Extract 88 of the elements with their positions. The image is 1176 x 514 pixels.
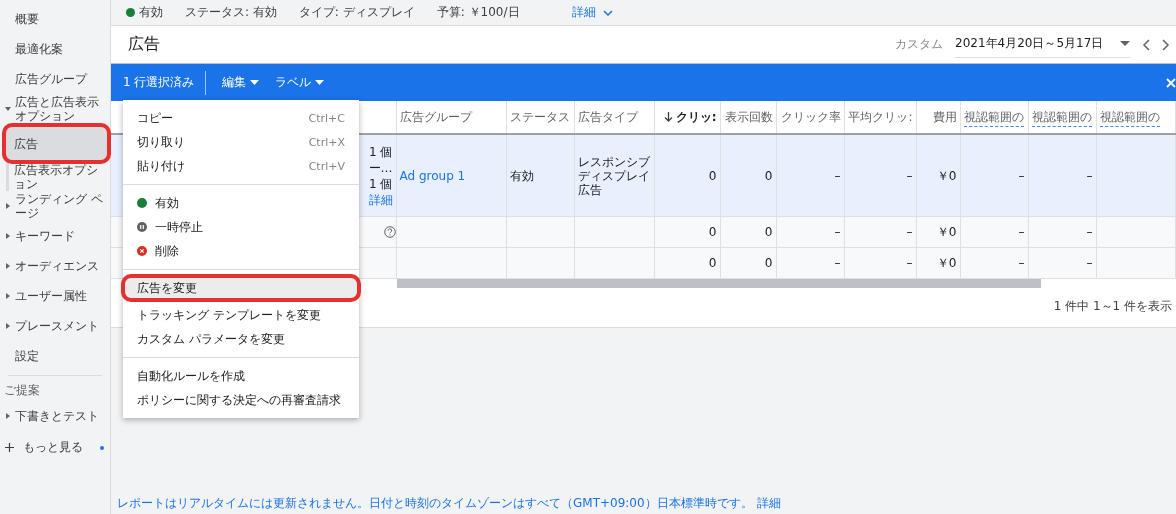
shortcut-text: Ctrl+C <box>308 111 345 125</box>
plus-icon <box>5 443 14 452</box>
table-cell: – <box>1018 168 1025 183</box>
sidebar-item[interactable]: 最適化案 <box>0 34 110 64</box>
table-cell: ￥0 <box>936 225 957 239</box>
sidebar-item[interactable]: 広告と広告表示オプション <box>0 94 110 124</box>
sidebar-item[interactable]: キーワード <box>0 221 110 251</box>
ad-text: ー… <box>368 159 393 176</box>
table-cell: – <box>834 256 841 270</box>
caret-right-icon <box>5 413 11 419</box>
chevron-left-icon <box>1142 38 1150 51</box>
chevron-right-icon <box>1162 38 1170 51</box>
date-range-dropdown[interactable]: 2021年4月20日～5月17日 <box>955 31 1130 58</box>
menu-item[interactable]: 貼り付け Ctrl+V <box>123 154 359 178</box>
table-cell: – <box>1086 256 1093 270</box>
ad-text: 1 個 <box>369 143 393 160</box>
menu-item[interactable]: 切り取り Ctrl+X <box>123 130 359 154</box>
caret-right-icon <box>5 263 11 269</box>
more-link[interactable]: もっと見る <box>0 431 110 464</box>
ad-text: 1 個 <box>369 175 393 192</box>
pagination-text: 1 件中 1～1 件を表示 <box>1053 298 1172 315</box>
scrollbar-thumb[interactable] <box>397 279 1041 288</box>
sidebar-item[interactable]: 広告表示オプション <box>9 163 110 191</box>
summary-text: ステータス: 有効 <box>185 4 277 21</box>
sidebar-item[interactable]: オーディエンス <box>0 251 110 281</box>
menu-item[interactable]: トラッキング テンプレートを変更 <box>123 303 359 327</box>
table-cell: – <box>834 225 841 239</box>
notice-text: レポートはリアルタイムには更新されません。日付と時刻のタイムゾーンはすべて（GMT+09:00）日本標準時です。 詳細 <box>117 495 782 512</box>
caret-right-icon <box>5 233 11 239</box>
menu-item[interactable]: 広告を変更 <box>123 276 359 300</box>
menu-button[interactable]: 編集 <box>217 72 265 93</box>
menu-item[interactable]: 一時停止 <box>123 215 359 239</box>
table-cell: – <box>1018 256 1025 270</box>
table-cell: – <box>1086 225 1093 239</box>
page-title: 広告 <box>128 34 160 55</box>
table-cell: 有効 <box>509 168 534 183</box>
ad-group-link[interactable]: Ad group 1 <box>399 168 466 183</box>
caret-right-icon <box>5 203 11 209</box>
caret-right-icon <box>5 293 11 299</box>
menu-item[interactable]: 削除 <box>123 239 359 263</box>
table-cell: 0 <box>764 256 773 270</box>
menu-item[interactable]: 有効 <box>123 191 359 215</box>
menu-item[interactable]: カスタム パラメータを変更 <box>123 327 359 351</box>
table-cell: 0 <box>764 168 773 183</box>
table-cell: – <box>1018 225 1025 239</box>
dropdown-arrow-icon <box>1120 41 1130 46</box>
shortcut-text: Ctrl+V <box>308 159 345 173</box>
summary-text: 予算: ￥100/日 <box>436 4 520 21</box>
selection-count: 1 行選択済み <box>123 74 195 91</box>
caret-down-icon <box>5 106 11 112</box>
sidebar-item[interactable]: 概要 <box>0 4 110 34</box>
details-link[interactable]: 詳細 <box>368 191 393 208</box>
menu-item[interactable]: コピー Ctrl+C <box>123 106 359 130</box>
table-cell: 0 <box>708 168 717 183</box>
details-link[interactable]: 詳細 <box>571 4 613 21</box>
status-label: 有効 <box>139 4 163 21</box>
caret-down-icon <box>250 80 260 85</box>
shortcut-text: Ctrl+X <box>308 135 345 149</box>
table-cell: – <box>906 256 913 270</box>
sidebar-item[interactable]: 下書きとテスト <box>0 401 110 431</box>
menu-item[interactable]: ポリシーに関する決定への再審査請求 <box>123 388 359 412</box>
summary-text: タイプ: ディスプレイ <box>298 4 415 21</box>
caret-right-icon <box>5 323 11 329</box>
section-label: ご提案 <box>3 382 41 399</box>
table-cell: – <box>1086 168 1093 183</box>
table-cell: 0 <box>708 256 717 270</box>
sidebar-item[interactable]: 広告グループ <box>0 64 110 94</box>
sidebar-item[interactable]: ランディング ページ <box>0 191 110 221</box>
table-cell: 0 <box>708 225 717 239</box>
sidebar-item[interactable]: ユーザー属性 <box>0 281 110 311</box>
table-cell: 0 <box>764 225 773 239</box>
details-link[interactable]: 詳細 <box>756 496 781 510</box>
chevron-down-icon <box>602 9 613 16</box>
sidebar-item[interactable]: プレースメント <box>0 311 110 341</box>
sidebar-item[interactable]: 設定 <box>0 341 110 371</box>
close-icon <box>1166 77 1176 88</box>
table-cell: レスポンシブディスプレイ広告 <box>577 154 650 197</box>
caret-down-icon <box>315 80 325 85</box>
menu-item[interactable]: 自動化ルールを作成 <box>123 364 359 388</box>
table-cell: ￥0 <box>936 168 957 183</box>
close-button[interactable] <box>1166 75 1176 90</box>
date-label: カスタム <box>895 36 943 53</box>
menu-button[interactable]: ラベル <box>270 72 330 93</box>
arrow-down-icon <box>663 112 673 122</box>
table-cell: – <box>906 225 913 239</box>
table-cell: ￥0 <box>936 256 957 270</box>
table-cell: – <box>834 168 841 183</box>
table-cell: – <box>906 168 913 183</box>
